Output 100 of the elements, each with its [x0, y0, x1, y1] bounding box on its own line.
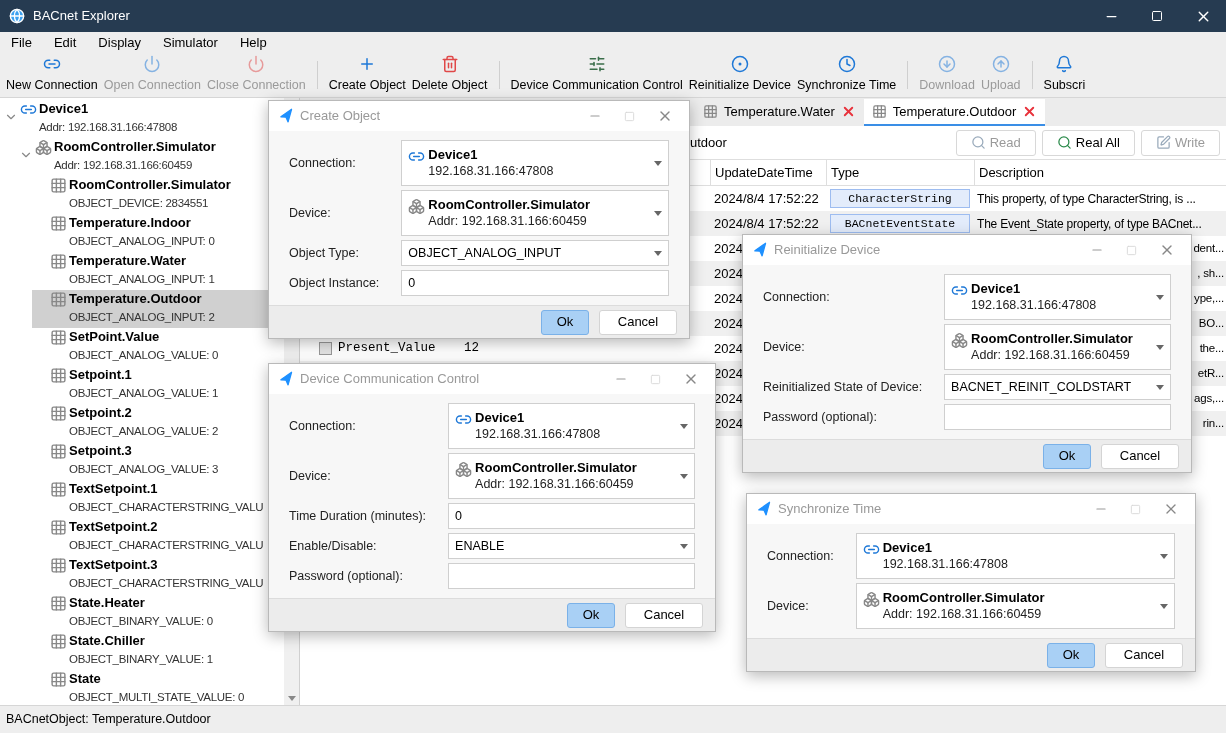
connection-combo[interactable]: Device1 192.168.31.166:47808: [944, 274, 1171, 320]
combo-detail: 192.168.31.166:47808: [882, 556, 1008, 573]
table-cell: 2024/8/4 17:52:22: [714, 215, 819, 231]
checkbox[interactable]: [319, 342, 332, 355]
column-header[interactable]: Type: [826, 160, 974, 185]
cancel-button[interactable]: Cancel: [599, 309, 677, 335]
column-header[interactable]: UpdateDateTime: [710, 160, 826, 185]
connection-combo[interactable]: Device1 192.168.31.166:47808: [855, 533, 1175, 579]
tree-item[interactable]: TextSetpoint.2 OBJECT_CHARACTERSTRING_VALU: [32, 518, 284, 556]
tree-item[interactable]: Temperature.Water OBJECT_ANALOG_INPUT: 1: [32, 252, 284, 290]
device-combo[interactable]: RoomController.Simulator Addr: 192.168.31.166:60459: [944, 324, 1171, 370]
item-name: State.Chiller: [69, 632, 146, 650]
tree-item[interactable]: RoomController.Simulator Addr: 192.168.31.166:60459: [17, 138, 284, 176]
tree-item[interactable]: State.Heater OBJECT_BINARY_VALUE: 0: [32, 594, 284, 632]
select-field[interactable]: BACNET_REINIT_COLDSTART: [944, 374, 1171, 400]
select-field[interactable]: OBJECT_ANALOG_INPUT: [401, 240, 669, 266]
connection-combo[interactable]: Device1 192.168.31.166:47808: [401, 140, 669, 186]
item-name: Temperature.Water: [69, 252, 188, 270]
pencil-icon: [1155, 135, 1171, 150]
table-cell: 2024: [714, 415, 743, 431]
device-combo[interactable]: RoomController.Simulator Addr: 192.168.31.166:60459: [855, 583, 1175, 629]
tree-item[interactable]: TextSetpoint.3 OBJECT_CHARACTERSTRING_VALU: [32, 556, 284, 594]
item-name: Device1: [39, 100, 90, 118]
input-field[interactable]: 0: [401, 270, 669, 296]
combo-detail: Addr: 192.168.31.166:60459: [971, 347, 1131, 364]
field-label: Password (optional):: [289, 567, 404, 585]
scroll-down-icon[interactable]: [287, 696, 296, 701]
toolbar-button[interactable]: Reinitialize Device: [685, 53, 794, 97]
table-cell-text: etR...: [1197, 365, 1224, 381]
select-field[interactable]: ENABLE: [448, 533, 695, 559]
status-text: BACnetObject: Temperature.Outdoor: [6, 711, 211, 729]
column-header[interactable]: Description: [974, 160, 1226, 185]
table-cell-text: dent...: [1193, 240, 1224, 256]
grid-icon: [703, 104, 718, 119]
menu-item[interactable]: File: [11, 32, 32, 53]
ok-button[interactable]: Ok: [541, 309, 589, 335]
menu-item[interactable]: Display: [98, 32, 141, 53]
toolbar-button[interactable]: Synchronize Time: [793, 53, 900, 97]
app-logo-icon: [9, 8, 25, 24]
item-detail: OBJECT_BINARY_VALUE: 1: [69, 652, 213, 667]
field-label: Device:: [289, 204, 332, 222]
dialog-title: Reinitialize Device: [774, 241, 882, 260]
menu-item[interactable]: Edit: [53, 32, 77, 53]
grid-icon: [50, 671, 67, 688]
tab[interactable]: Temperature.Water: [695, 99, 864, 126]
input-field[interactable]: 0: [448, 503, 695, 529]
menu-item[interactable]: Simulator: [163, 32, 218, 53]
device-combo[interactable]: RoomController.Simulator Addr: 192.168.31.166:60459: [401, 190, 669, 236]
tree-item[interactable]: TextSetpoint.1 OBJECT_CHARACTERSTRING_VALU: [32, 480, 284, 518]
input-field[interactable]: [448, 563, 695, 589]
grid-icon: [50, 481, 67, 498]
cancel-button[interactable]: Cancel: [1101, 443, 1179, 469]
tree-item[interactable]: RoomController.Simulator OBJECT_DEVICE: 2834551: [32, 176, 284, 214]
table-cell-text: BO...: [1198, 315, 1224, 331]
device-combo[interactable]: RoomController.Simulator Addr: 192.168.31.166:60459: [448, 453, 695, 499]
item-name: TextSetpoint.2: [69, 518, 159, 536]
boxes-icon: [408, 198, 426, 215]
target-icon: [730, 55, 749, 74]
tree-item[interactable]: SetPoint.Value OBJECT_ANALOG_VALUE: 0: [32, 328, 284, 366]
action-button[interactable]: Real All: [1041, 129, 1135, 156]
tree-item[interactable]: Setpoint.2 OBJECT_ANALOG_VALUE: 2: [32, 404, 284, 442]
tab[interactable]: Temperature.Outdoor: [863, 99, 1046, 126]
item-detail: OBJECT_CHARACTERSTRING_VALU: [69, 500, 264, 515]
item-detail: OBJECT_ANALOG_INPUT: 2: [69, 310, 215, 325]
item-detail: OBJECT_ANALOG_VALUE: 3: [69, 462, 219, 477]
item-detail: OBJECT_BINARY_VALUE: 0: [69, 614, 213, 629]
toolbar-button[interactable]: Delete Object: [408, 53, 491, 97]
tree-item[interactable]: State OBJECT_MULTI_STATE_VALUE: 0: [32, 670, 284, 705]
ok-button[interactable]: Ok: [1047, 642, 1095, 668]
item-detail: OBJECT_CHARACTERSTRING_VALU: [69, 538, 264, 553]
field-label: Connection:: [289, 154, 357, 172]
field-label: Enable/Disable:: [289, 537, 378, 555]
power-icon: [143, 55, 162, 74]
dropdown-caret-icon: [654, 250, 662, 256]
menu-item[interactable]: Help: [239, 32, 267, 53]
tree-item[interactable]: State.Chiller OBJECT_BINARY_VALUE: 1: [32, 632, 284, 670]
tree-item[interactable]: Temperature.Indoor OBJECT_ANALOG_INPUT: 0: [32, 214, 284, 252]
table-cell-text: This property, of type CharacterString, is ...: [977, 190, 1196, 208]
ok-button[interactable]: Ok: [1043, 443, 1091, 469]
dropdown-caret-icon: [680, 423, 688, 429]
toolbar-button[interactable]: Subscri: [1040, 53, 1089, 97]
cancel-button[interactable]: Cancel: [625, 602, 703, 628]
search-icon: [1056, 135, 1072, 150]
trash-icon: [440, 55, 459, 74]
item-detail: OBJECT_ANALOG_VALUE: 2: [69, 424, 219, 439]
tree-item[interactable]: Device1 Addr: 192.168.31.166:47808: [2, 100, 284, 138]
connection-combo[interactable]: Device1 192.168.31.166:47808: [448, 403, 695, 449]
ok-button[interactable]: Ok: [567, 602, 615, 628]
toolbar-button[interactable]: New Connection: [3, 53, 101, 97]
select-value: BACNET_REINIT_COLDSTART: [951, 378, 1132, 396]
tree-item[interactable]: Setpoint.1 OBJECT_ANALOG_VALUE: 1: [32, 366, 284, 404]
item-detail: OBJECT_DEVICE: 2834551: [69, 196, 210, 211]
grid-icon: [50, 633, 67, 650]
cancel-button[interactable]: Cancel: [1105, 642, 1183, 668]
table-cell-text: ags,...: [1194, 390, 1224, 406]
combo-title: RoomController.Simulator: [428, 196, 591, 213]
toolbar-button[interactable]: Create Object: [325, 53, 409, 97]
tree-item[interactable]: Setpoint.3 OBJECT_ANALOG_VALUE: 3: [32, 442, 284, 480]
toolbar-button[interactable]: Device Communication Control: [507, 53, 686, 97]
input-field[interactable]: [944, 404, 1171, 430]
